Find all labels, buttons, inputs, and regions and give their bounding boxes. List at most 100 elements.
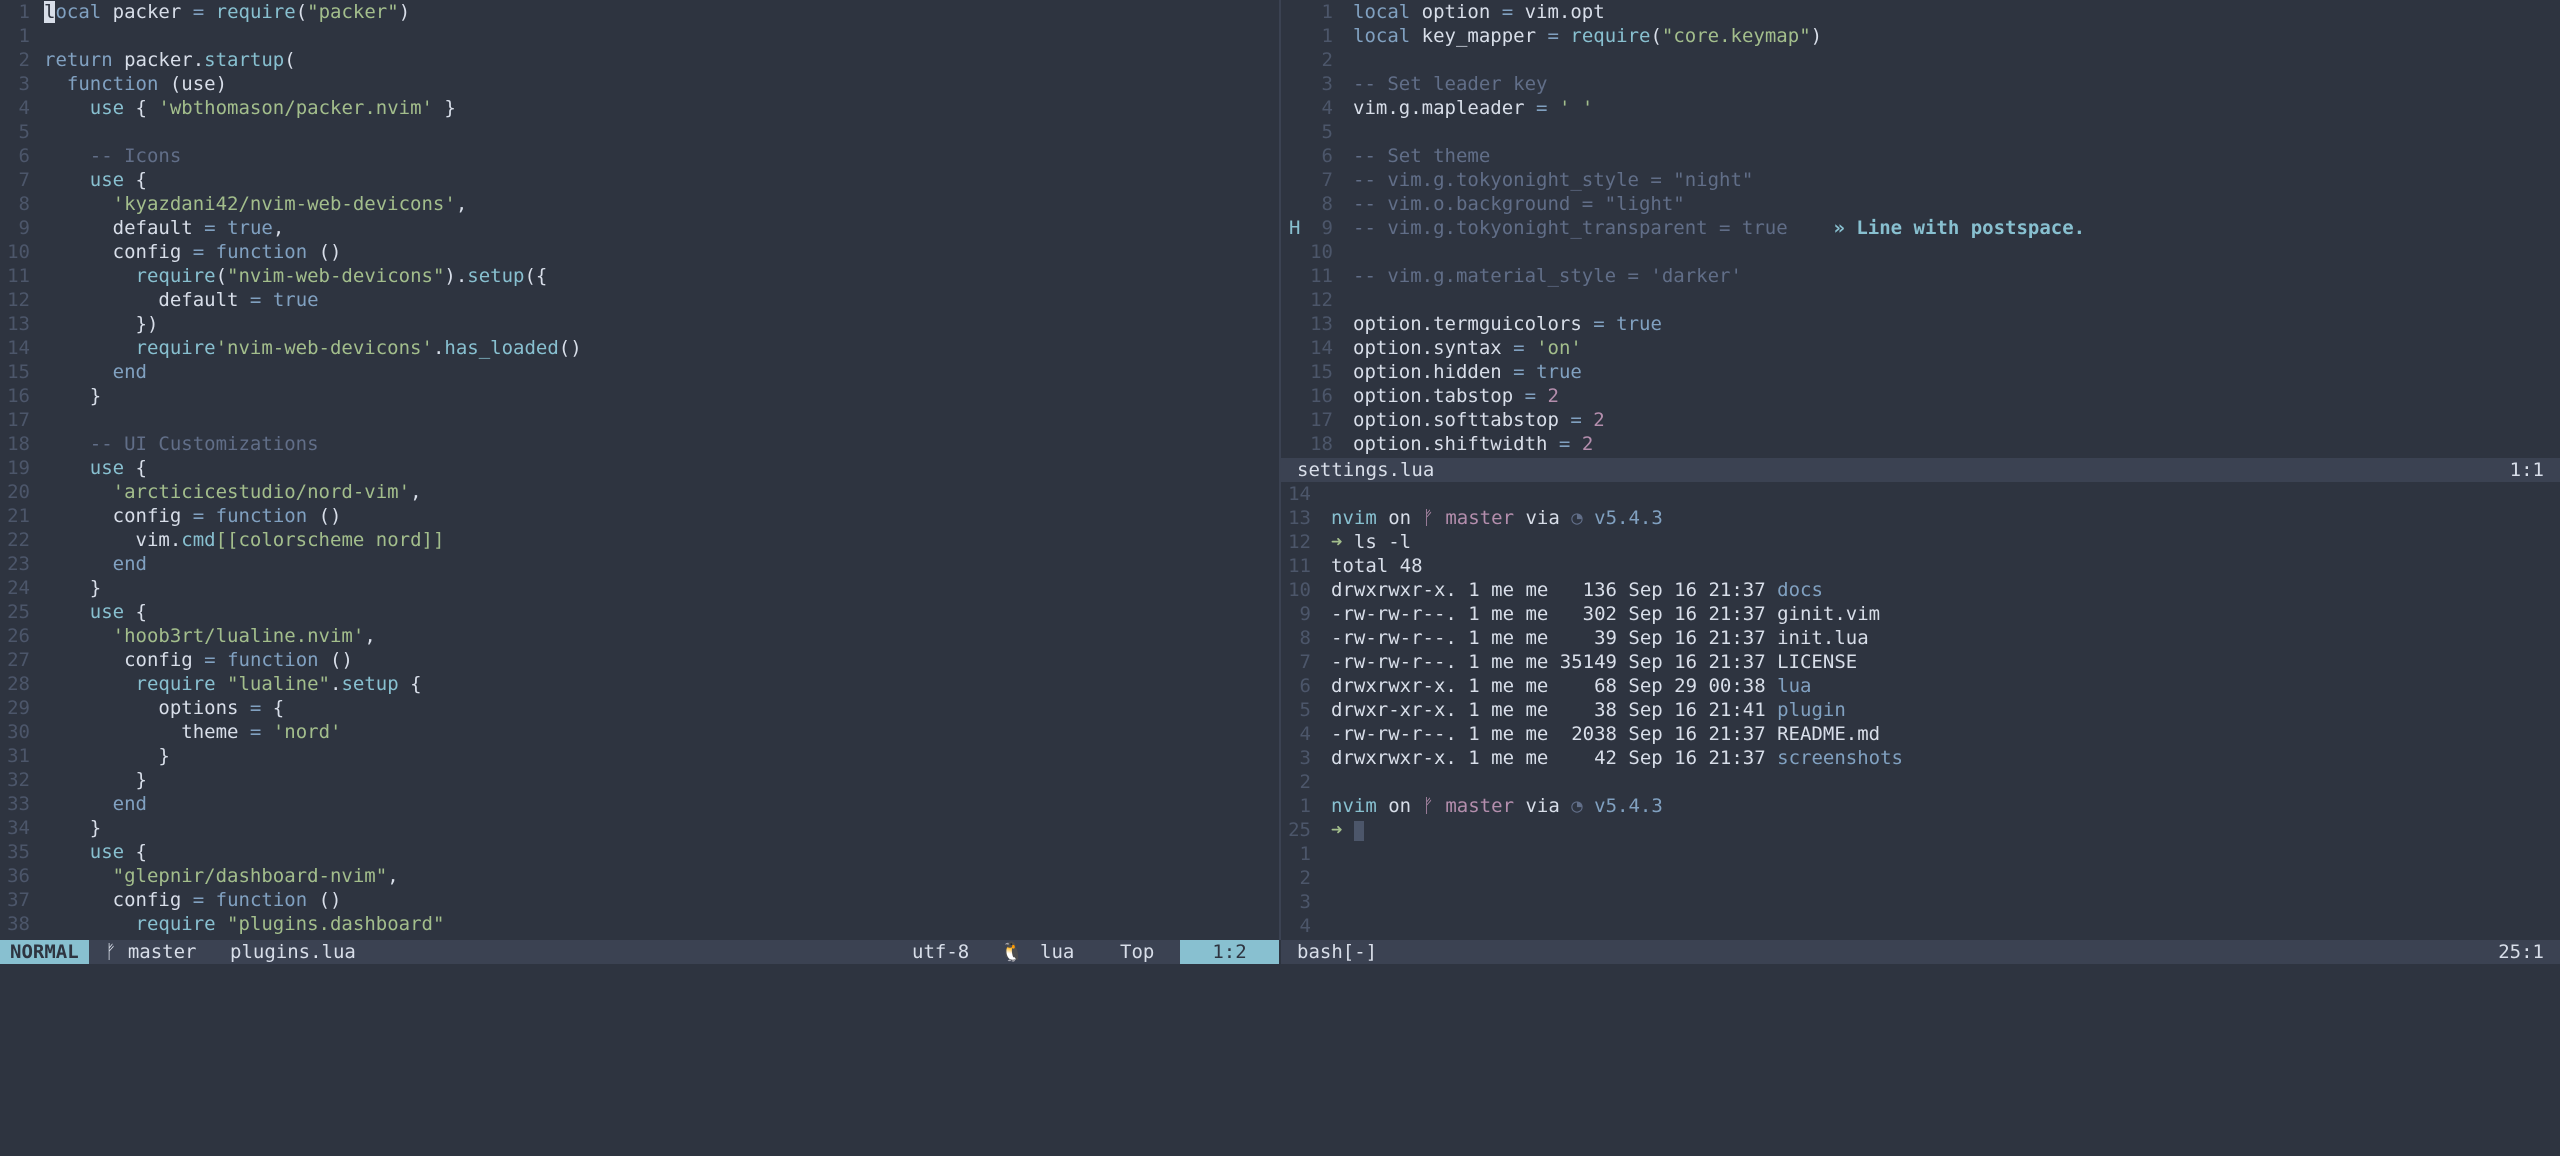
code-lines[interactable]: 1 local packer = require("packer") 1 2 retur… (0, 0, 1279, 936)
code-line[interactable]: 18 -- UI Customizations (0, 432, 1279, 456)
code-line[interactable]: 31 } (0, 744, 1279, 768)
line-number: 17 (7, 409, 30, 431)
code-line[interactable]: 19 use { (0, 456, 1279, 480)
line-number: 24 (7, 577, 30, 599)
code-text: -- vim.g.material_style = 'darker' (1353, 265, 1742, 287)
code-line[interactable]: 30 theme = 'nord' (0, 720, 1279, 744)
code-line[interactable]: 12 default = true (0, 288, 1279, 312)
code-text: vim.cmd[[colorscheme nord]] (44, 529, 445, 551)
code-line[interactable]: 16 } (0, 384, 1279, 408)
code-line[interactable]: 15 end (0, 360, 1279, 384)
terminal-line[interactable]: 2 (1281, 770, 2560, 794)
editor-pane-plugins[interactable]: 1 local packer = require("packer") 1 2 retur… (0, 0, 1279, 940)
terminal-line[interactable]: 1 nvim on ᚠ master via ◔ v5.4.3 (1281, 794, 2560, 818)
code-line[interactable]: 20 'arcticicestudio/nord-vim', (0, 480, 1279, 504)
terminal-pane[interactable]: 14 13 nvim on ᚠ master via ◔ v5.4.3 12 ➜ ls … (1281, 482, 2560, 940)
code-line[interactable]: 6 -- Set theme (1281, 144, 2560, 168)
code-line[interactable]: H 9 -- vim.g.tokyonight_transparent = true… (1281, 216, 2560, 240)
terminal-line[interactable]: 9 -rw-rw-r--. 1 me me 302 Sep 16 21:37 gi… (1281, 602, 2560, 626)
code-line[interactable]: 4 vim.g.mapleader = ' ' (1281, 96, 2560, 120)
terminal-line[interactable]: 3 drwxrwxr-x. 1 me me 42 Sep 16 21:37 scr… (1281, 746, 2560, 770)
code-text: } (44, 385, 102, 407)
code-line[interactable]: 5 (0, 120, 1279, 144)
code-line[interactable]: 15 option.hidden = true (1281, 360, 2560, 384)
code-line[interactable]: 14 require'nvim-web-devicons'.has_loaded… (0, 336, 1279, 360)
terminal-line[interactable]: 10 drwxrwxr-x. 1 me me 136 Sep 16 21:37 d… (1281, 578, 2560, 602)
line-number: 1 (1321, 25, 1333, 47)
code-line[interactable]: 1 local key_mapper = require("core.keymap… (1281, 24, 2560, 48)
code-line[interactable]: 8 -- vim.o.background = "light" (1281, 192, 2560, 216)
code-line[interactable]: 10 config = function () (0, 240, 1279, 264)
code-line[interactable]: 27 config = function () (0, 648, 1279, 672)
code-line[interactable]: 28 require "lualine".setup { (0, 672, 1279, 696)
code-line[interactable]: 13 option.termguicolors = true (1281, 312, 2560, 336)
code-line[interactable]: 24 } (0, 576, 1279, 600)
code-line[interactable]: 4 use { 'wbthomason/packer.nvim' } (0, 96, 1279, 120)
code-line[interactable]: 11 require("nvim-web-devicons").setup({ (0, 264, 1279, 288)
line-number: 12 (1288, 531, 1311, 553)
code-line[interactable]: 1 (0, 24, 1279, 48)
code-line[interactable]: 36 "glepnir/dashboard-nvim", (0, 864, 1279, 888)
line-number: 5 (1321, 121, 1333, 143)
code-line[interactable]: 16 option.tabstop = 2 (1281, 384, 2560, 408)
terminal-line[interactable]: 5 drwxr-xr-x. 1 me me 38 Sep 16 21:41 plu… (1281, 698, 2560, 722)
code-line[interactable]: 33 end (0, 792, 1279, 816)
terminal-line[interactable]: 8 -rw-rw-r--. 1 me me 39 Sep 16 21:37 ini… (1281, 626, 2560, 650)
code-line[interactable]: 11 -- vim.g.material_style = 'darker' (1281, 264, 2560, 288)
terminal-line[interactable]: 4 -rw-rw-r--. 1 me me 2038 Sep 16 21:37 R… (1281, 722, 2560, 746)
file-encoding: utf-8 (912, 941, 970, 963)
code-line[interactable]: 21 config = function () (0, 504, 1279, 528)
line-number: 36 (7, 865, 30, 887)
code-line[interactable]: 25 use { (0, 600, 1279, 624)
right-split: 1 local option = vim.opt 1 local key_mapper… (1281, 0, 2560, 986)
terminal-line[interactable]: 13 nvim on ᚠ master via ◔ v5.4.3 (1281, 506, 2560, 530)
line-number: 9 (1299, 603, 1311, 625)
command-line[interactable] (0, 964, 2560, 986)
code-line[interactable]: 22 vim.cmd[[colorscheme nord]] (0, 528, 1279, 552)
code-line[interactable]: 7 use { (0, 168, 1279, 192)
code-line[interactable]: 17 (0, 408, 1279, 432)
line-number: 5 (1299, 699, 1311, 721)
code-line[interactable]: 1 local option = vim.opt (1281, 0, 2560, 24)
terminal-line[interactable]: 7 -rw-rw-r--. 1 me me 35149 Sep 16 21:37 … (1281, 650, 2560, 674)
code-line[interactable]: 32 } (0, 768, 1279, 792)
code-line[interactable]: 18 option.shiftwidth = 2 (1281, 432, 2560, 456)
code-line[interactable]: 37 config = function () (0, 888, 1279, 912)
terminal-line[interactable]: 11 total 48 (1281, 554, 2560, 578)
code-line[interactable]: 1 local packer = require("packer") (0, 0, 1279, 24)
line-number: 13 (7, 313, 30, 335)
code-line[interactable]: 12 (1281, 288, 2560, 312)
code-line[interactable]: 3 function (use) (0, 72, 1279, 96)
terminal-line[interactable]: 1 (1281, 842, 2560, 866)
code-line[interactable]: 35 use { (0, 840, 1279, 864)
terminal-line[interactable]: 3 (1281, 890, 2560, 914)
code-line[interactable]: 2 (1281, 48, 2560, 72)
code-line[interactable]: 7 -- vim.g.tokyonight_style = "night" (1281, 168, 2560, 192)
code-line[interactable]: 2 return packer.startup( (0, 48, 1279, 72)
code-text: drwxrwxr-x. 1 me me 136 Sep 16 21:37 doc… (1331, 579, 1823, 601)
terminal-line[interactable]: 14 (1281, 482, 2560, 506)
line-number: 10 (1288, 579, 1311, 601)
code-line[interactable]: 29 options = { (0, 696, 1279, 720)
code-line[interactable]: 14 option.syntax = 'on' (1281, 336, 2560, 360)
code-line[interactable]: 38 require "plugins.dashboard" (0, 912, 1279, 936)
code-line[interactable]: 5 (1281, 120, 2560, 144)
code-line[interactable]: 34 } (0, 816, 1279, 840)
code-line[interactable]: 3 -- Set leader key (1281, 72, 2560, 96)
code-text: -rw-rw-r--. 1 me me 2038 Sep 16 21:37 RE… (1331, 723, 1881, 745)
terminal-line[interactable]: 25 ➜ (1281, 818, 2560, 842)
terminal-line[interactable]: 12 ➜ ls -l (1281, 530, 2560, 554)
code-line[interactable]: 23 end (0, 552, 1279, 576)
code-line[interactable]: 17 option.softtabstop = 2 (1281, 408, 2560, 432)
code-line[interactable]: 9 default = true, (0, 216, 1279, 240)
code-line[interactable]: 10 (1281, 240, 2560, 264)
code-line[interactable]: 8 'kyazdani42/nvim-web-devicons', (0, 192, 1279, 216)
terminal-line[interactable]: 6 drwxrwxr-x. 1 me me 68 Sep 29 00:38 lua (1281, 674, 2560, 698)
terminal-line[interactable]: 4 (1281, 914, 2560, 938)
editor-pane-settings[interactable]: 1 local option = vim.opt 1 local key_mapper… (1281, 0, 2560, 458)
code-line[interactable]: 13 }) (0, 312, 1279, 336)
code-text: require "plugins.dashboard" (135, 913, 445, 935)
terminal-line[interactable]: 2 (1281, 866, 2560, 890)
code-line[interactable]: 26 'hoob3rt/lualine.nvim', (0, 624, 1279, 648)
code-line[interactable]: 6 -- Icons (0, 144, 1279, 168)
